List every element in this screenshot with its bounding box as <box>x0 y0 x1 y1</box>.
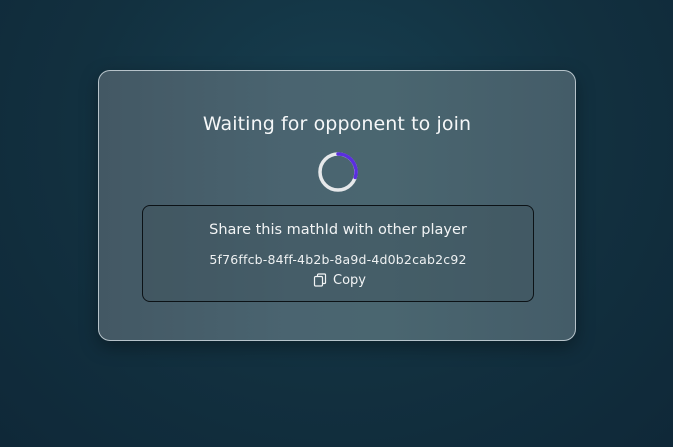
match-id: 5f76ffcb-84ff-4b2b-8a9d-4d0b2cab2c92 <box>209 252 467 267</box>
copy-icon <box>313 273 327 287</box>
waiting-title: Waiting for opponent to join <box>202 113 472 135</box>
share-label: Share this mathId with other player <box>209 222 467 238</box>
copy-label: Copy <box>333 272 366 288</box>
copy-button[interactable]: Copy <box>311 270 368 290</box>
share-match-box: Share this mathId with other player 5f76… <box>142 205 534 302</box>
waiting-card: Waiting for opponent to join Share this … <box>98 70 576 341</box>
loading-spinner-icon <box>318 152 358 192</box>
